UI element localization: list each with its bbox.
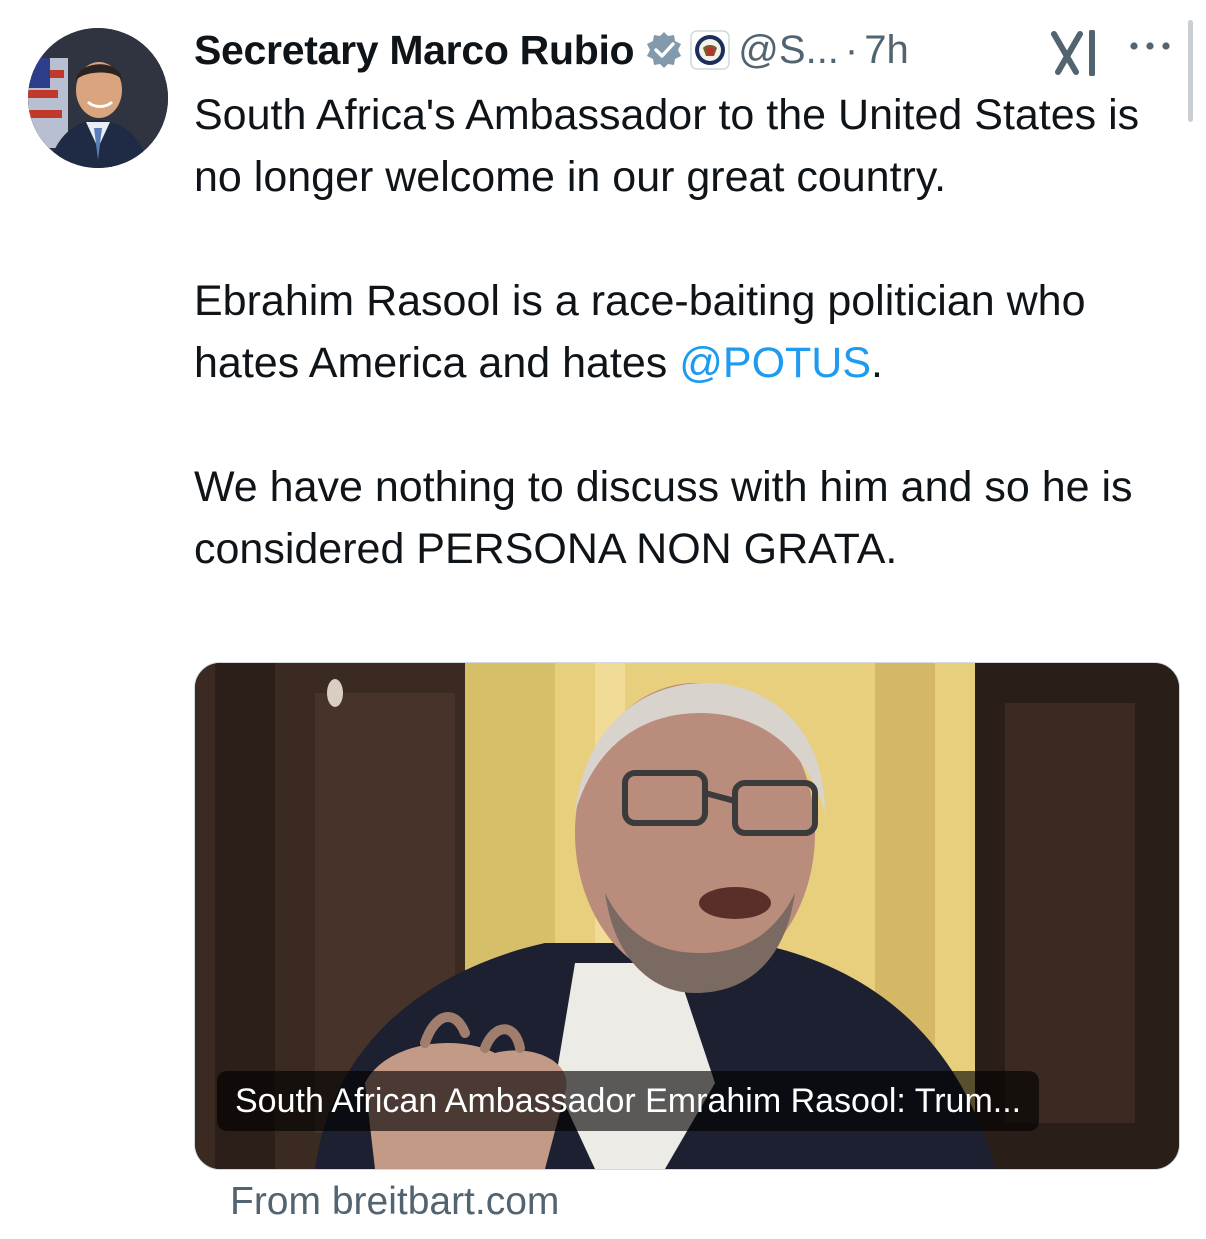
tweet-paragraph-2: Ebrahim Rasool is a race-baiting politic… (194, 270, 1184, 394)
card-caption: South African Ambassador Emrahim Rasool:… (217, 1071, 1040, 1131)
tweet-header: Secretary Marco Rubio @S... · 7h (194, 22, 909, 78)
author-display-name[interactable]: Secretary Marco Rubio (194, 27, 635, 74)
card-source[interactable]: From breitbart.com (230, 1180, 559, 1224)
separator-dot: · (844, 27, 859, 72)
department-of-state-seal-icon[interactable] (690, 30, 731, 70)
post-time[interactable]: 7h (864, 28, 909, 73)
tweet-paragraph-2-end: . (871, 339, 883, 387)
more-options-icon[interactable] (1128, 36, 1172, 56)
potus-mention-link[interactable]: @POTUS (679, 339, 871, 387)
grok-icon[interactable] (1050, 29, 1102, 77)
verified-badge-icon[interactable] (644, 30, 684, 70)
tweet-paragraph-2-text: Ebrahim Rasool is a race-baiting politic… (194, 277, 1086, 387)
link-preview-card[interactable]: South African Ambassador Emrahim Rasool:… (194, 662, 1180, 1170)
tweet-paragraph-1: South Africa's Ambassador to the United … (194, 91, 1140, 201)
author-handle[interactable]: @S... (738, 28, 839, 73)
tweet-paragraph-3: We have nothing to discuss with him and … (194, 463, 1133, 573)
tweet-text: South Africa's Ambassador to the United … (194, 84, 1184, 580)
scrollbar[interactable] (1188, 20, 1193, 122)
author-avatar[interactable] (28, 28, 168, 168)
